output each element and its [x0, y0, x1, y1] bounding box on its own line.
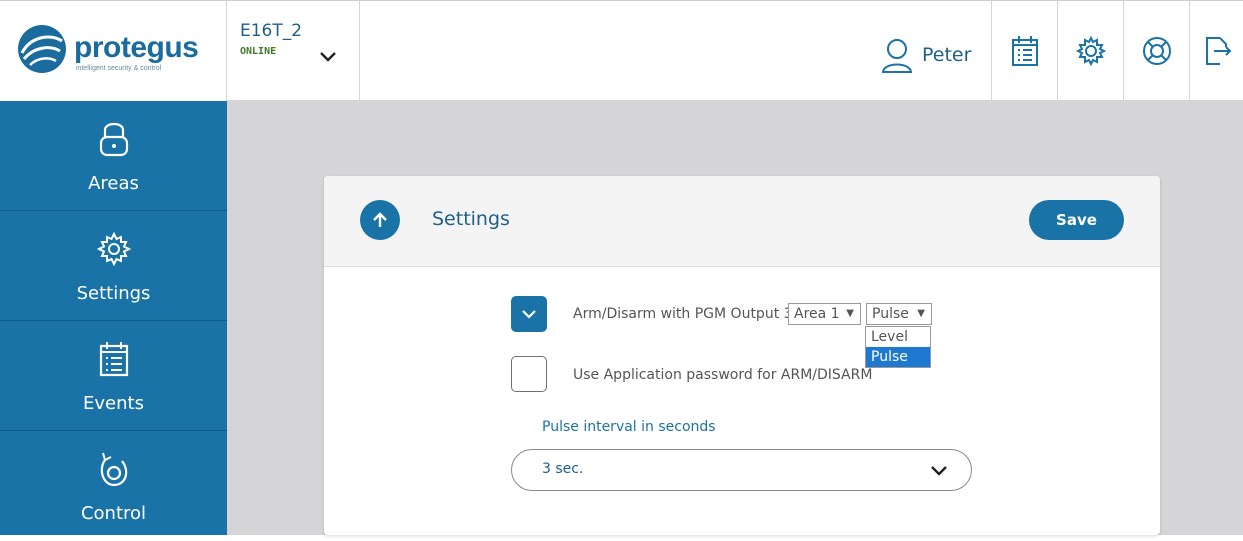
- device-status-badge: ONLINE: [240, 46, 277, 57]
- chevron-down-icon: [522, 310, 536, 319]
- control-icon: [100, 452, 128, 487]
- dropdown-arrow-icon: ▼: [846, 308, 854, 319]
- card-title: Settings: [432, 208, 510, 230]
- save-button[interactable]: Save: [1029, 200, 1124, 240]
- top-header: protegus intelligent security & control …: [0, 0, 1243, 101]
- brand-tagline: intelligent security & control: [76, 65, 162, 72]
- pulse-interval-select[interactable]: 3 sec.: [511, 449, 972, 491]
- device-selector[interactable]: E16T_2 ONLINE: [227, 1, 360, 101]
- area-select-value: Area 1: [794, 306, 840, 322]
- pulse-interval-label: Pulse interval in seconds: [542, 419, 716, 435]
- gear-icon: [96, 231, 132, 267]
- arrow-up-icon: [373, 212, 387, 227]
- main-content: Settings Save Arm/Disarm with PGM Output…: [227, 101, 1243, 535]
- sidebar-item-label: Events: [83, 393, 144, 414]
- mode-select[interactable]: Pulse ▼: [866, 303, 932, 325]
- arm-disarm-label: Arm/Disarm with PGM Output 3: [573, 306, 793, 322]
- collapse-button[interactable]: [360, 200, 400, 240]
- dropdown-option-pulse[interactable]: Pulse: [866, 347, 930, 367]
- logout-header-button[interactable]: [1189, 1, 1243, 101]
- mode-dropdown-list: Level Pulse: [865, 326, 931, 368]
- settings-header-button[interactable]: [1057, 1, 1123, 101]
- sidebar: Areas Settings Events Control: [0, 101, 227, 535]
- sidebar-item-label: Control: [80, 503, 147, 524]
- chevron-down-icon[interactable]: [317, 45, 339, 67]
- user-name: Peter: [922, 44, 972, 66]
- password-checkbox[interactable]: [511, 356, 547, 392]
- brand-name: protegus: [74, 31, 199, 64]
- password-option-label: Use Application password for ARM/DISARM: [573, 367, 873, 383]
- device-name: E16T_2: [240, 21, 303, 41]
- pulse-interval-value: 3 sec.: [542, 461, 584, 477]
- sidebar-item-label: Settings: [76, 283, 151, 304]
- logo-mark: protegus intelligent security & control: [16, 23, 216, 81]
- sidebar-item-areas[interactable]: Areas: [0, 101, 227, 211]
- dropdown-option-level[interactable]: Level: [866, 327, 930, 347]
- area-select[interactable]: Area 1 ▼: [788, 303, 861, 325]
- events-header-button[interactable]: [991, 1, 1057, 101]
- calendar-list-icon: [1011, 36, 1038, 66]
- sidebar-item-events[interactable]: Events: [0, 321, 227, 431]
- sidebar-item-control[interactable]: Control: [0, 431, 227, 541]
- chevron-down-icon: [931, 466, 947, 476]
- card-header: Settings Save: [324, 176, 1160, 267]
- lifebuoy-icon: [1142, 37, 1171, 65]
- calendar-list-icon: [99, 342, 129, 377]
- gear-icon: [1075, 35, 1106, 67]
- user-icon: [881, 39, 913, 73]
- help-header-button[interactable]: [1123, 1, 1189, 101]
- user-menu[interactable]: Peter: [880, 35, 971, 75]
- dropdown-arrow-icon: ▼: [917, 308, 925, 319]
- logo-globe-icon: [18, 25, 66, 73]
- brand-logo[interactable]: protegus intelligent security & control: [0, 1, 227, 101]
- sidebar-item-settings[interactable]: Settings: [0, 211, 227, 321]
- arm-disarm-checkbox[interactable]: [511, 296, 547, 332]
- sidebar-item-label: Areas: [88, 173, 139, 194]
- settings-card: Settings Save Arm/Disarm with PGM Output…: [324, 176, 1160, 535]
- logout-icon: [1205, 37, 1231, 65]
- mode-select-value: Pulse: [872, 306, 909, 322]
- lock-icon: [99, 122, 129, 157]
